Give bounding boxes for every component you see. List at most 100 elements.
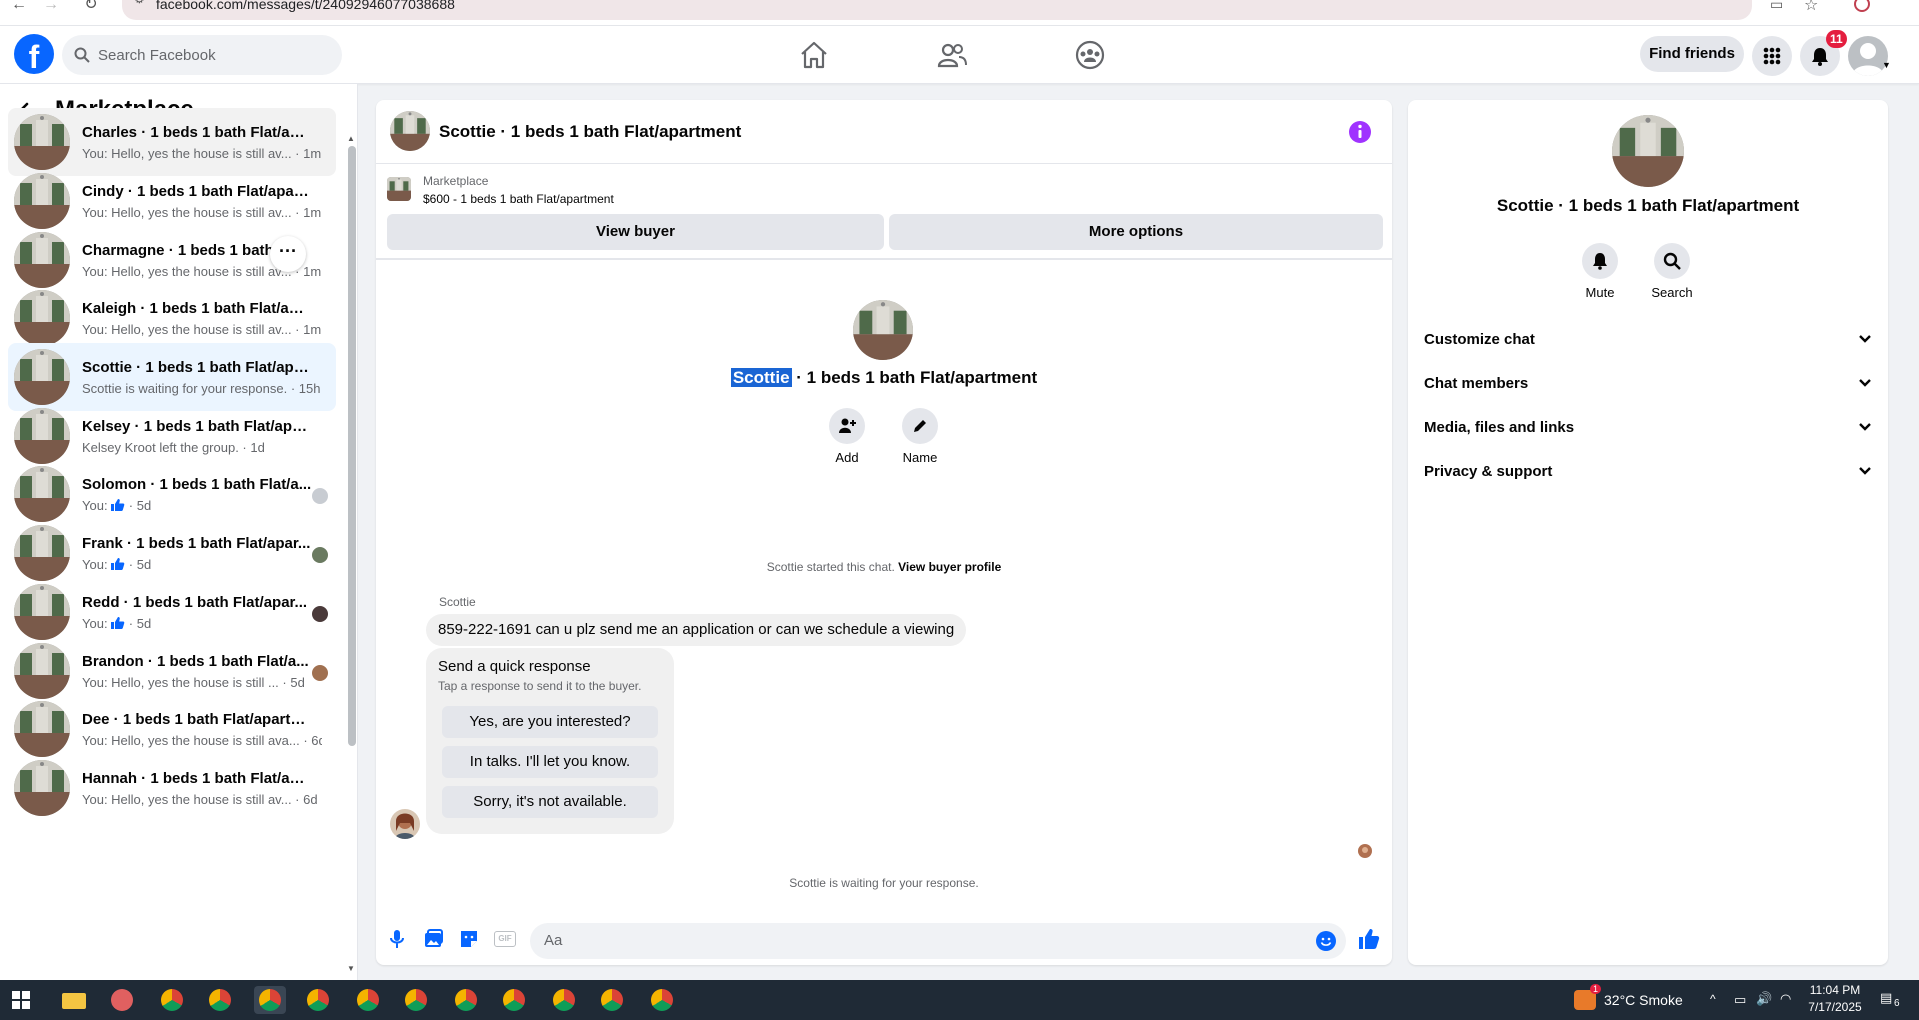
find-friends-button[interactable]: Find friends: [1640, 36, 1744, 72]
conversation-item[interactable]: Kaleigh · 1 beds 1 bath Flat/apar... You:…: [8, 284, 336, 352]
chat-avatar[interactable]: [390, 111, 430, 151]
battery-icon[interactable]: ▭: [1734, 992, 1746, 1008]
view-buyer-button[interactable]: View buyer: [387, 214, 884, 250]
message-bubble[interactable]: 859-222-1691 can u plz send me an applic…: [426, 614, 967, 646]
chrome-icon[interactable]: [204, 986, 236, 1014]
chat-details-panel: Scottie · 1 beds 1 bath Flat/apartment M…: [1408, 100, 1888, 965]
scrollbar[interactable]: [348, 146, 356, 746]
search-input[interactable]: Search Facebook: [62, 35, 342, 75]
sticker-icon[interactable]: [458, 928, 480, 950]
details-avatar[interactable]: [1612, 115, 1684, 187]
sender-avatar[interactable]: [390, 809, 420, 839]
chrome-icon[interactable]: [646, 986, 678, 1014]
conversation-name: Solomon · 1 beds 1 bath Flat/a...: [82, 476, 312, 493]
friends-icon[interactable]: [936, 40, 968, 70]
chrome-icon[interactable]: [450, 986, 482, 1014]
scroll-down-icon[interactable]: ▼: [347, 964, 355, 973]
forward-arrow-icon[interactable]: →: [40, 0, 62, 14]
conversation-preview: You: Hello, yes the house is still ava..…: [82, 733, 322, 748]
conversation-name: Frank · 1 beds 1 bath Flat/apar...: [82, 535, 311, 552]
bell-icon: [1812, 48, 1828, 66]
listing-thumbnail: [14, 760, 70, 816]
conversation-name: Hannah · 1 beds 1 bath Flat/apar...: [82, 770, 312, 787]
privacy-support-row[interactable]: Privacy & support: [1424, 454, 1872, 490]
bookmark-star-icon[interactable]: ☆: [1804, 0, 1818, 15]
chrome-icon[interactable]: [596, 986, 628, 1014]
chrome-icon[interactable]: [352, 986, 384, 1014]
chat-members-row[interactable]: Chat members: [1424, 366, 1872, 402]
seen-avatar: [312, 606, 328, 622]
quick-response-in-talks[interactable]: In talks. I'll let you know.: [442, 746, 658, 778]
chrome-icon[interactable]: [548, 986, 580, 1014]
quick-response-not-available[interactable]: Sorry, it's not available.: [442, 786, 658, 818]
conversation-item[interactable]: Redd · 1 beds 1 bath Flat/apar... You: · …: [8, 578, 336, 646]
speaker-icon[interactable]: 🔊: [1756, 991, 1772, 1007]
seen-indicator-avatar: [1358, 844, 1372, 858]
listing-price[interactable]: $600 - 1 beds 1 bath Flat/apartment: [423, 192, 614, 206]
facebook-logo[interactable]: f: [14, 34, 54, 74]
chrome-icon[interactable]: [400, 986, 432, 1014]
gif-icon[interactable]: GIF: [494, 931, 516, 947]
file-explorer-icon[interactable]: [58, 986, 90, 1014]
groups-icon[interactable]: [1074, 40, 1106, 70]
quick-response-yes[interactable]: Yes, are you interested?: [442, 706, 658, 738]
conversation-item[interactable]: Frank · 1 beds 1 bath Flat/apar... You: ·…: [8, 519, 336, 587]
scroll-up-icon[interactable]: ▲: [347, 134, 355, 143]
customize-chat-row[interactable]: Customize chat: [1424, 322, 1872, 358]
selected-name-text: Scottie: [730, 368, 792, 387]
wifi-icon[interactable]: ◠: [1780, 991, 1791, 1007]
system-clock[interactable]: 11:04 PM 7/17/2025: [1800, 982, 1870, 1016]
add-button[interactable]: Add: [817, 408, 877, 465]
listing-thumbnail: [14, 173, 70, 229]
install-icon[interactable]: ▭: [1770, 0, 1783, 13]
emoji-icon[interactable]: [1316, 931, 1336, 951]
chat-title[interactable]: Scottie · 1 beds 1 bath Flat/apartment: [439, 122, 741, 142]
profile-icon[interactable]: [1854, 0, 1870, 12]
listing-thumbnail: [14, 525, 70, 581]
notification-center-icon[interactable]: ▤: [1880, 990, 1892, 1006]
listing-thumbnail[interactable]: [387, 177, 411, 201]
bell-icon: [1593, 253, 1607, 270]
scrollbar-thumb[interactable]: [348, 146, 356, 746]
listing-thumbnail: [14, 466, 70, 522]
chrome-icon[interactable]: [498, 986, 530, 1014]
conversation-name: Brandon · 1 beds 1 bath Flat/a...: [82, 653, 309, 670]
windows-start-icon[interactable]: [12, 991, 30, 1009]
preview-time: · 5d: [125, 498, 152, 513]
site-info-icon[interactable]: ⚙: [134, 0, 145, 6]
microphone-icon[interactable]: [386, 928, 408, 950]
media-files-links-row[interactable]: Media, files and links: [1424, 410, 1872, 446]
account-avatar[interactable]: [1848, 36, 1888, 76]
info-icon[interactable]: [1348, 120, 1372, 144]
conversation-preview: You: Hello, yes the house is still av...…: [82, 322, 322, 337]
mute-button[interactable]: Mute: [1570, 243, 1630, 300]
reload-icon[interactable]: ↻: [80, 0, 102, 14]
notification-badge: 11: [1826, 30, 1847, 48]
message-input[interactable]: Aa: [530, 923, 1346, 959]
conversation-item[interactable]: Solomon · 1 beds 1 bath Flat/a... You: · …: [8, 460, 336, 528]
name-button[interactable]: Name: [890, 408, 950, 465]
chevron-down-icon: [1859, 423, 1871, 431]
view-buyer-profile-link[interactable]: View buyer profile: [898, 560, 1001, 574]
chat-header: Scottie · 1 beds 1 bath Flat/apartment: [376, 100, 1392, 164]
home-icon[interactable]: [798, 40, 830, 70]
app-icon[interactable]: [106, 986, 138, 1014]
search-chat-button[interactable]: Search: [1642, 243, 1702, 300]
conversation-item[interactable]: Dee · 1 beds 1 bath Flat/apartment You: H…: [8, 695, 336, 763]
chrome-icon[interactable]: [302, 986, 334, 1014]
like-thumb-icon[interactable]: [1357, 927, 1381, 951]
menu-grid-button[interactable]: [1752, 36, 1792, 76]
more-options-button[interactable]: More options: [889, 214, 1383, 250]
back-arrow-icon[interactable]: ←: [8, 0, 30, 14]
conversation-item[interactable]: Charles · 1 beds 1 bath Flat/apartment Yo…: [8, 108, 336, 176]
tray-chevron-icon[interactable]: ^: [1710, 992, 1716, 1006]
weather-text[interactable]: 32°C Smoke: [1604, 992, 1683, 1008]
chrome-icon-active[interactable]: [254, 986, 286, 1014]
photo-icon[interactable]: [422, 928, 444, 950]
more-options-button[interactable]: ···: [270, 236, 306, 272]
chrome-icon[interactable]: [156, 986, 188, 1014]
message-composer: GIF Aa: [376, 916, 1392, 965]
conversation-item[interactable]: Scottie · 1 beds 1 bath Flat/apart... Sco…: [8, 343, 336, 411]
conversation-item[interactable]: Hannah · 1 beds 1 bath Flat/apar... You: …: [8, 754, 336, 822]
conversation-item[interactable]: Cindy · 1 beds 1 bath Flat/apart... You: …: [8, 167, 336, 235]
